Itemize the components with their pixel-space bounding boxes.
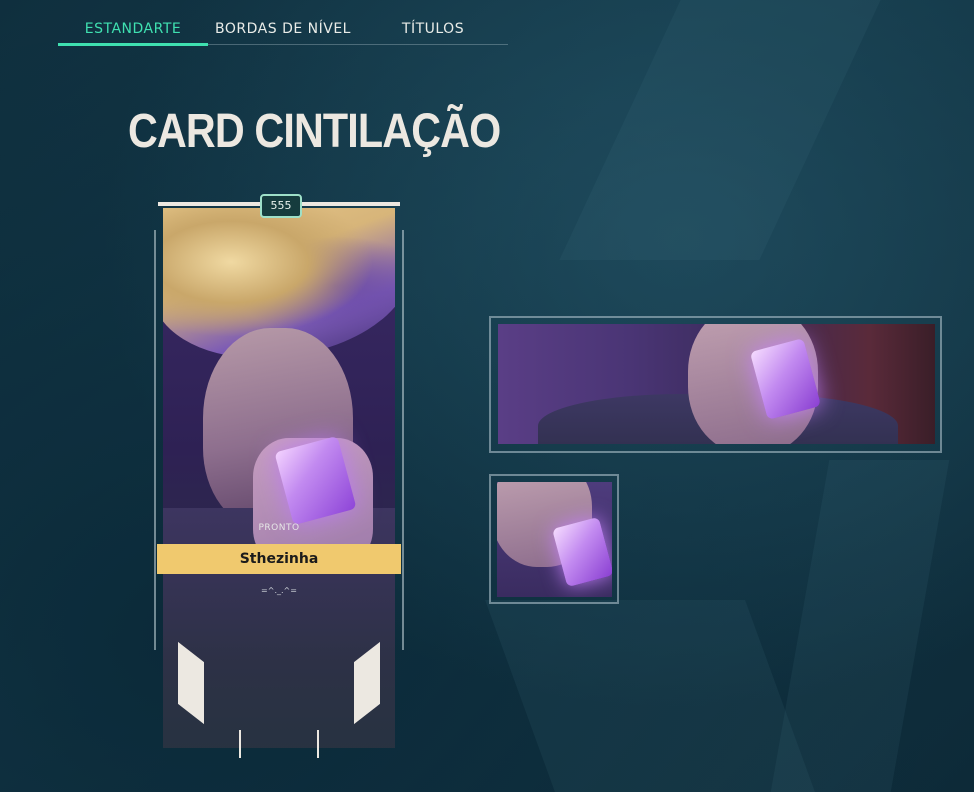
card-frame-tick [239, 730, 241, 758]
wide-card-preview[interactable] [489, 316, 942, 453]
player-status: PRONTO [258, 523, 300, 533]
page-title: CARD CINTILAÇÃO [128, 105, 501, 158]
tab-bordas-de-nivel[interactable]: BORDAS DE NÍVEL [208, 14, 358, 44]
player-title: =^._.^= [261, 586, 297, 595]
background-shard [559, 0, 881, 260]
background-shard [485, 600, 815, 792]
wide-card-art [498, 324, 935, 444]
level-badge: 555 [260, 194, 302, 218]
tab-titulos[interactable]: TÍTULOS [358, 14, 508, 44]
tab-estandarte[interactable]: ESTANDARTE [58, 14, 208, 44]
card-frame-tick [317, 730, 319, 758]
background-shard [770, 460, 950, 792]
small-card-art [497, 482, 612, 597]
active-tab-indicator [58, 43, 208, 46]
player-name: Sthezinha [157, 544, 401, 574]
tab-bar: ESTANDARTE BORDAS DE NÍVEL TÍTULOS [58, 14, 508, 46]
small-card-preview[interactable] [489, 474, 619, 604]
player-card-preview: 555 PRONTO Sthezinha =^._.^= [150, 190, 408, 760]
